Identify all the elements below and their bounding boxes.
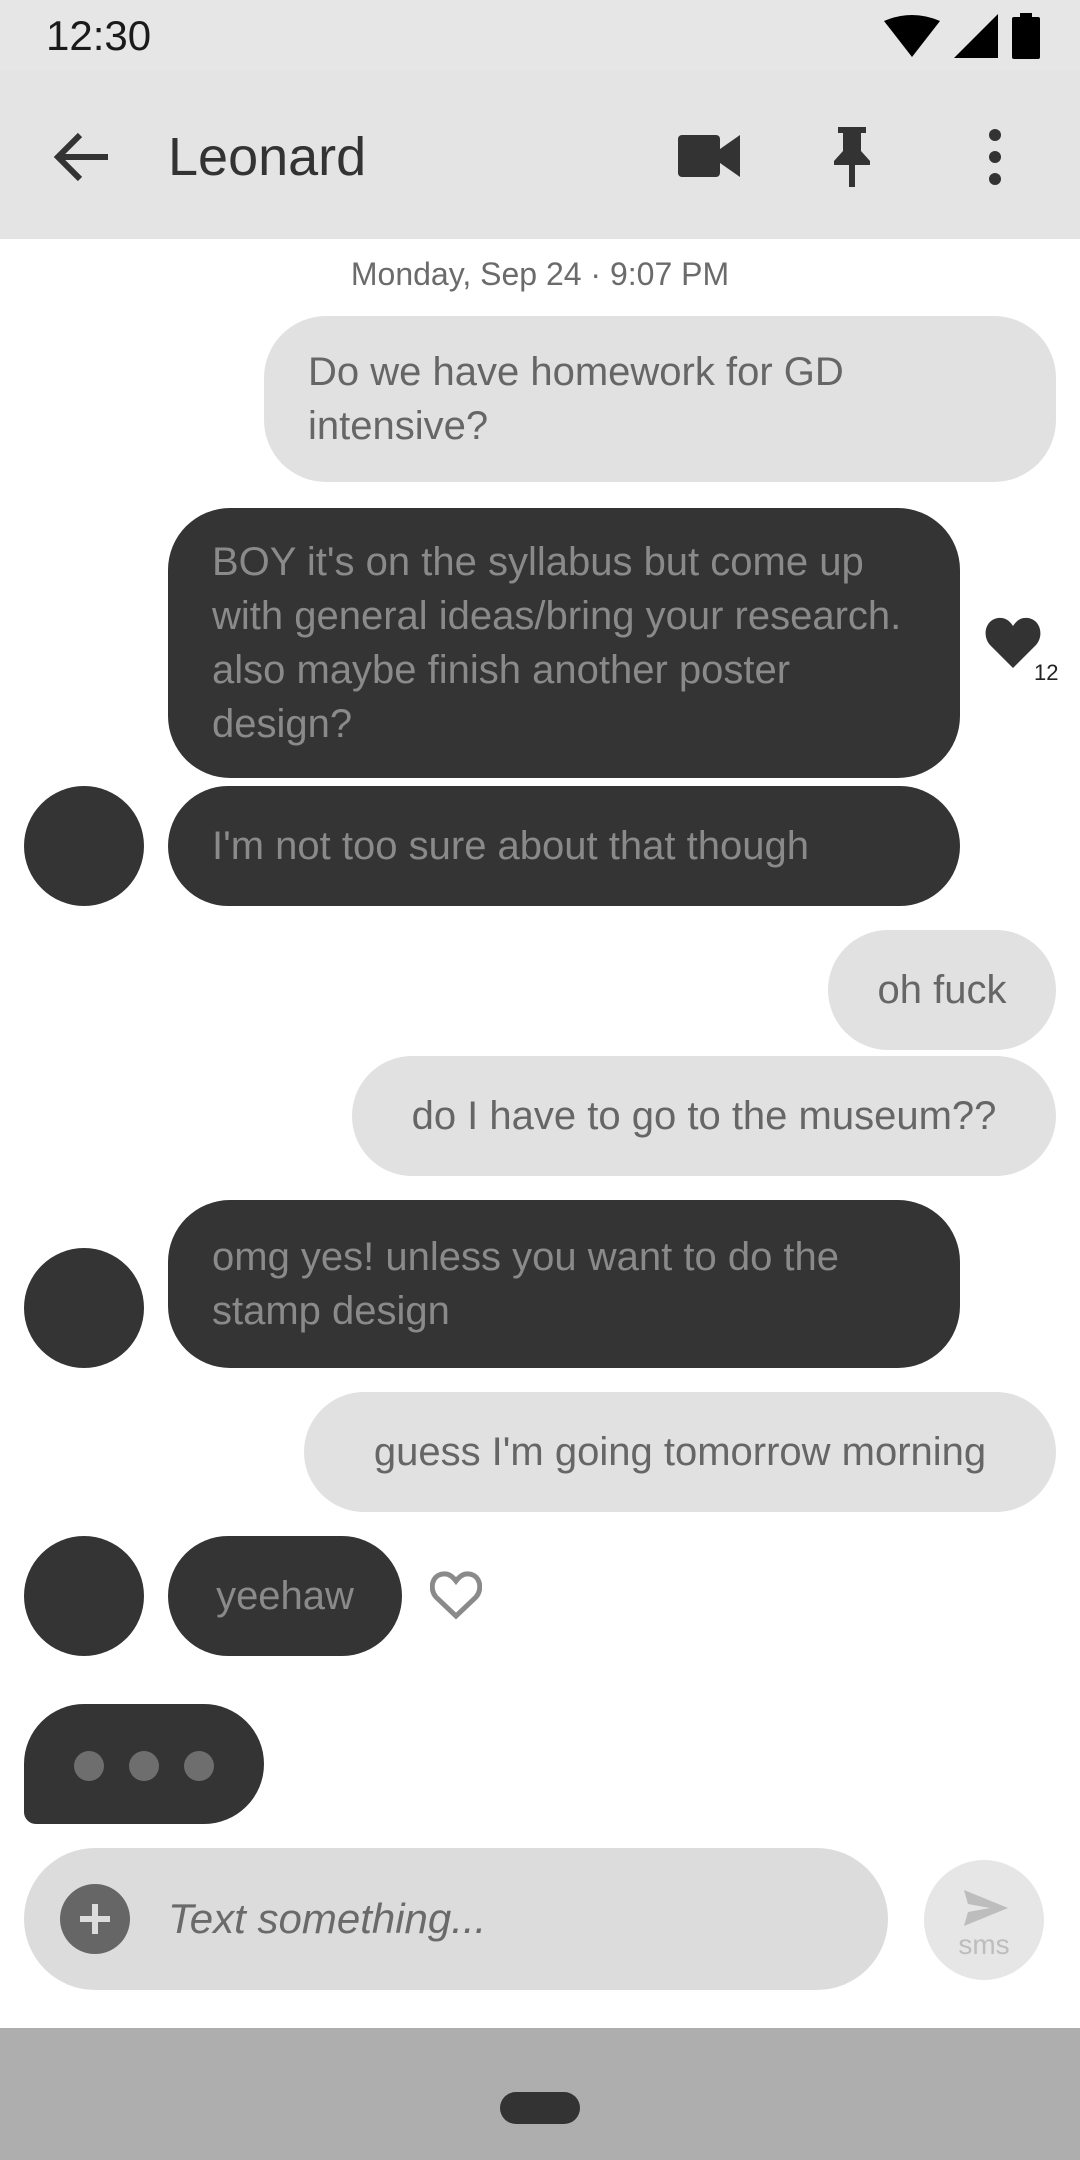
back-button[interactable] [50,125,114,189]
send-sms-button[interactable]: sms [924,1860,1044,1980]
message-text: yeehaw [216,1574,354,1618]
message-text: do I have to go to the museum?? [411,1094,997,1138]
home-handle[interactable] [500,2092,580,2124]
message-text: oh fuck [877,968,1007,1012]
video-call-button[interactable] [678,131,740,181]
message-input[interactable] [168,1878,858,1960]
message-bubble-incoming[interactable]: omg yes! unless you want to do the stamp… [168,1200,960,1368]
pin-icon [834,127,870,187]
conversation-timestamp: Monday, Sep 24 · 9:07 PM [350,256,730,292]
back-arrow-icon [53,132,108,182]
message-text: BOY it's on the syllabus but come up wit… [212,540,902,746]
message-text: Do we have homework for GD intensive? [308,350,844,448]
message-text: guess I'm going tomorrow morning [373,1430,987,1474]
video-camera-icon [678,135,740,177]
typing-indicator [24,1704,264,1824]
status-time: 12:30 [46,12,152,59]
send-label: sms [958,1929,1010,1960]
typing-dot [129,1751,159,1781]
app-bar: Leonard [0,71,1080,239]
add-attachment-button[interactable] [60,1884,130,1954]
status-bar: 12:30 [0,0,1080,71]
message-bubble-outgoing[interactable]: oh fuck [828,930,1056,1050]
plus-icon [80,1904,110,1934]
typing-dot [74,1751,104,1781]
avatar[interactable] [24,786,144,906]
send-icon [964,1890,1008,1926]
signal-icon [954,14,998,58]
message-bubble-outgoing[interactable]: Do we have homework for GD intensive? [264,316,1056,482]
message-bubble-incoming[interactable]: yeehaw [168,1536,402,1656]
message-bubble-incoming[interactable]: BOY it's on the syllabus but come up wit… [168,508,960,778]
more-options-button[interactable] [980,127,1010,187]
message-bubble-outgoing[interactable]: guess I'm going tomorrow morning [304,1392,1056,1512]
status-icons [884,13,1040,59]
typing-dot [184,1751,214,1781]
message-bubble-outgoing[interactable]: do I have to go to the museum?? [352,1056,1056,1176]
avatar[interactable] [24,1536,144,1656]
navigation-bar [0,2028,1080,2160]
heart-outline-icon[interactable] [430,1570,482,1620]
more-vert-icon [989,129,1001,185]
wifi-icon [884,15,940,57]
avatar[interactable] [24,1248,144,1368]
battery-icon [1012,13,1040,59]
message-composer [24,1848,888,1990]
message-bubble-incoming[interactable]: I'm not too sure about that though [168,786,960,906]
reaction-count: 12 [1034,660,1059,685]
pin-button[interactable] [832,127,872,187]
message-text: I'm not too sure about that though [212,824,809,868]
contact-name: Leonard [168,127,367,187]
message-text: omg yes! unless you want to do the stamp… [212,1235,840,1333]
